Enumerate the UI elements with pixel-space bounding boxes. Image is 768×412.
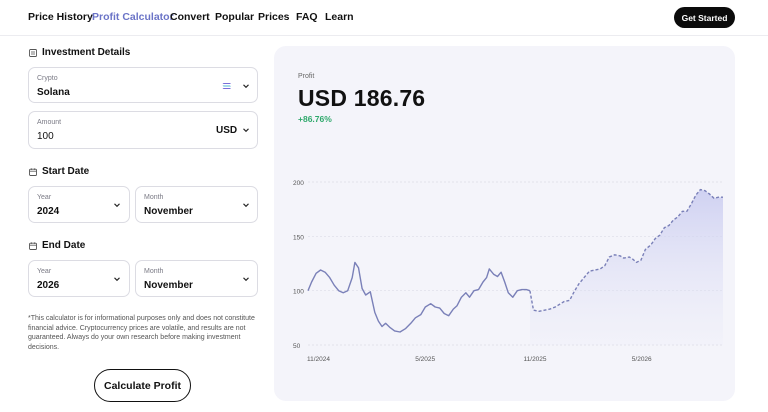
- end-month-label: Month: [144, 268, 164, 275]
- crypto-value: Solana: [37, 87, 70, 98]
- amount-value: 100: [37, 131, 54, 142]
- start-year-select[interactable]: Year 2024: [28, 186, 130, 223]
- chevron-down-icon: [114, 203, 120, 208]
- solana-icon: [222, 83, 231, 89]
- x-tick-label: 5/2025: [415, 356, 435, 363]
- end-date-heading: End Date: [29, 240, 85, 251]
- nav-popular[interactable]: Popular: [215, 11, 254, 23]
- investment-details-heading: Investment Details: [29, 47, 130, 58]
- start-month-label: Month: [144, 194, 164, 201]
- get-started-button[interactable]: Get Started: [674, 7, 735, 28]
- amount-field[interactable]: Amount 100 USD: [28, 111, 258, 149]
- start-date-title: Start Date: [42, 166, 90, 177]
- profit-value: USD 186.76: [298, 85, 426, 111]
- document-icon: [29, 48, 37, 57]
- x-tick-label: 11/2025: [524, 356, 547, 363]
- chevron-down-icon: [114, 277, 120, 282]
- nav-faq[interactable]: FAQ: [296, 11, 318, 23]
- chevron-down-icon: [243, 128, 249, 133]
- start-date-heading: Start Date: [29, 166, 89, 177]
- nav-prices[interactable]: Prices: [258, 11, 290, 23]
- chevron-down-icon: [243, 277, 249, 282]
- end-year-label: Year: [37, 268, 52, 275]
- nav-learn[interactable]: Learn: [325, 11, 354, 23]
- nav-profit-calculator[interactable]: Profit Calculator: [92, 11, 174, 23]
- crypto-select[interactable]: Crypto Solana: [28, 67, 258, 103]
- chevron-down-icon: [243, 203, 249, 208]
- x-tick-label: 5/2026: [632, 356, 652, 363]
- nav-price-history[interactable]: Price History: [28, 11, 93, 23]
- nav-convert[interactable]: Convert: [170, 11, 210, 23]
- historical-series-line: [307, 261, 531, 333]
- chevron-down-icon: [243, 84, 249, 89]
- start-year-value: 2024: [37, 206, 60, 217]
- calendar-icon: [29, 167, 37, 176]
- y-tick-label: 150: [293, 234, 304, 241]
- currency-select[interactable]: USD: [216, 125, 237, 136]
- end-date-title: End Date: [42, 240, 86, 251]
- y-tick-label: 100: [293, 289, 304, 296]
- projection-area: [529, 189, 723, 345]
- amount-label: Amount: [37, 119, 62, 126]
- y-tick-label: 50: [293, 343, 301, 350]
- end-month-value: November: [144, 280, 193, 291]
- profit-percent: +86.76%: [298, 114, 332, 124]
- start-month-value: November: [144, 206, 193, 217]
- profit-label: Profit: [298, 73, 315, 80]
- profit-chart: 50 100 150 200 11/2024 5/2025 11/2025 5/2026: [293, 180, 723, 363]
- crypto-label: Crypto: [37, 75, 58, 82]
- start-year-label: Year: [37, 194, 52, 201]
- y-tick-label: 200: [293, 180, 304, 187]
- investment-details-title: Investment Details: [42, 47, 131, 58]
- end-month-select[interactable]: Month November: [135, 260, 258, 297]
- end-year-value: 2026: [37, 280, 60, 291]
- disclaimer-text: *This calculator is for informational pu…: [28, 315, 255, 352]
- x-tick-label: 11/2024: [307, 356, 330, 363]
- start-month-select[interactable]: Month November: [135, 186, 258, 223]
- end-year-select[interactable]: Year 2026: [28, 260, 130, 297]
- calendar-icon: [29, 241, 37, 250]
- top-nav: Price History Profit Calculator Convert …: [0, 0, 768, 36]
- calculate-profit-button[interactable]: Calculate Profit: [94, 369, 191, 402]
